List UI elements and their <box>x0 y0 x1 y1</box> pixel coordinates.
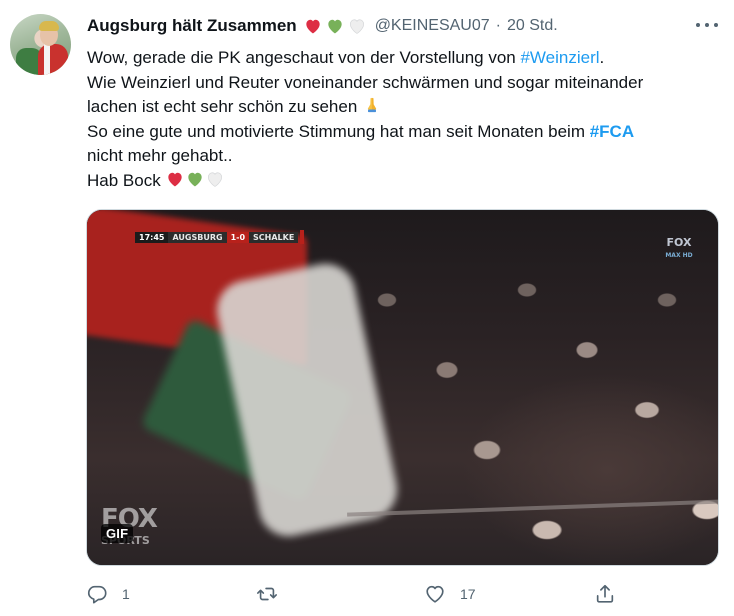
tweet-line-2: Wie Weinzierl und Reuter voneinander sch… <box>87 72 644 92</box>
white-heart-emoji <box>205 169 225 189</box>
tweet: Augsburg hält Zusammen @KEINESAU07 · 20 … <box>0 0 734 616</box>
tweet-line-5: nicht mehr gehabt.. <box>87 146 233 166</box>
retweet-button[interactable] <box>256 580 292 608</box>
share-icon <box>594 583 616 605</box>
hashtag-fca[interactable]: #FCA <box>590 122 634 141</box>
author-handle[interactable]: @KEINESAU07 <box>375 17 490 35</box>
tweet-text-segment: So eine gute und motivierte Stimmung hat… <box>87 121 590 141</box>
tweet-text-segment: Wow, gerade die PK angeschaut von der Vo… <box>87 48 521 67</box>
scorebug-red-bar <box>300 230 305 244</box>
tweet-text-segment: lachen ist echt sehr schön zu sehen <box>87 97 358 117</box>
scorebug-home: AUGSBURG <box>168 231 227 243</box>
scorebug-away: SCHALKE <box>249 231 299 243</box>
tweet-timestamp[interactable]: 20 Std. <box>507 17 558 35</box>
scorebug-score: 1-0 <box>226 231 250 243</box>
broadcaster-corner-logo: FOX MAX HD <box>660 236 698 262</box>
tweet-text-segment: . <box>599 48 605 67</box>
white-heart-emoji <box>347 16 367 36</box>
avatar[interactable] <box>10 14 71 75</box>
tweet-line-4: So eine gute und motivierte Stimmung hat… <box>87 120 719 145</box>
hashtag-weinzierl[interactable]: #Weinzierl <box>520 48 599 67</box>
like-button[interactable]: 17 <box>424 580 476 608</box>
author-name[interactable]: Augsburg hält Zusammen <box>87 16 297 36</box>
tweet-line-6: Hab Bock <box>87 169 719 194</box>
reply-count: 1 <box>122 586 130 602</box>
reply-icon <box>86 583 108 605</box>
green-heart-emoji <box>325 16 345 36</box>
red-heart-emoji <box>303 16 323 36</box>
tweet-text: Wow, gerade die PK angeschaut von der Vo… <box>87 46 719 194</box>
more-options-icon[interactable] <box>696 18 718 32</box>
like-heart-icon <box>424 583 446 605</box>
green-heart-emoji <box>185 169 205 189</box>
retweet-icon <box>256 583 278 605</box>
red-heart-emoji <box>165 169 185 189</box>
like-count: 17 <box>460 586 476 602</box>
reply-button[interactable]: 1 <box>86 580 130 608</box>
tweet-actions: 1 17 <box>86 580 626 608</box>
tweet-text-segment: Hab Bock <box>87 170 161 190</box>
folded-hands-emoji <box>362 95 382 115</box>
corner-logo-subtext: MAX HD <box>665 252 693 259</box>
corner-logo-text: FOX <box>666 236 692 249</box>
separator-dot: · <box>495 17 501 34</box>
gif-media[interactable]: 17:45 AUGSBURG 1-0 SCHALKE FOX MAX HD FO… <box>86 209 719 566</box>
share-button[interactable] <box>594 580 616 608</box>
scorebug-time: 17:45 <box>135 231 169 243</box>
tweet-header: Augsburg hält Zusammen @KEINESAU07 · 20 … <box>87 13 558 39</box>
tweet-line-3: lachen ist echt sehr schön zu sehen <box>87 95 719 120</box>
tweet-line-1: Wow, gerade die PK angeschaut von der Vo… <box>87 46 719 71</box>
scorebug: 17:45 AUGSBURG 1-0 SCHALKE <box>135 230 305 244</box>
gif-badge[interactable]: GIF <box>101 524 134 543</box>
